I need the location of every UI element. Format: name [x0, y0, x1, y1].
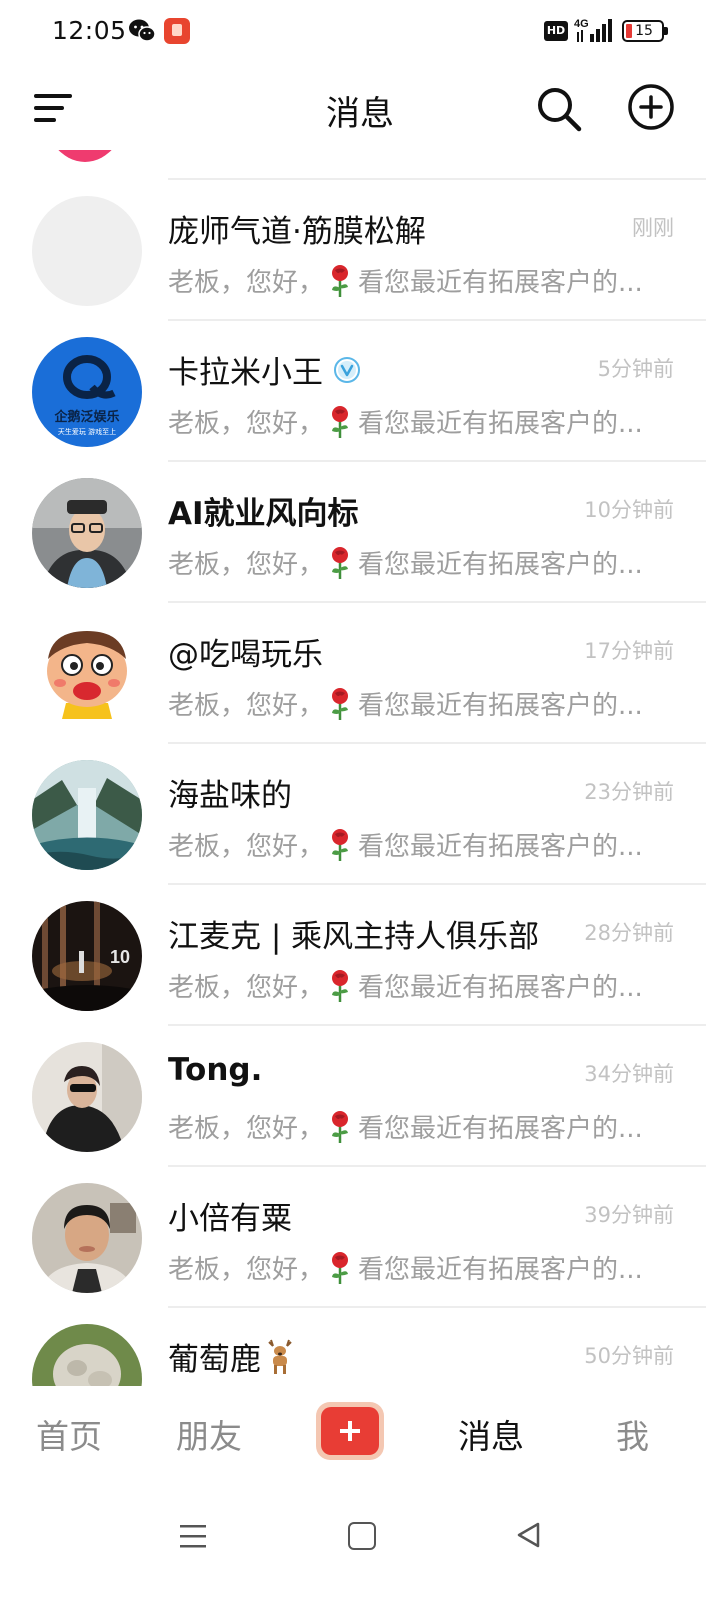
- contact-name: 小倍有粟: [168, 1201, 292, 1237]
- avatar: [32, 1324, 142, 1386]
- list-item[interactable]: 10 江麦克 | 乘风主持人俱乐部 28分钟前 老板，您好， 看您最近有拓展客户的…: [0, 885, 720, 1026]
- avatar: 10: [32, 901, 142, 1011]
- battery-icon: 15: [622, 20, 668, 42]
- message-preview: 老板，您好， 看您最近有拓展客户的...: [168, 403, 668, 443]
- message-time: 17分钟前: [584, 639, 674, 663]
- battery-level: 15: [635, 23, 653, 39]
- contact-name: 海盐味的: [168, 778, 292, 814]
- avatar-logo-text: 企鹅泛娱乐: [53, 409, 119, 425]
- deer-icon: [268, 1339, 292, 1374]
- contact-name: AI就业风向标: [168, 496, 359, 532]
- message-preview: 老板，您好， 看您最近有拓展客户的...: [168, 685, 668, 725]
- system-nav-bar: [0, 1482, 720, 1600]
- plus-icon: [321, 1407, 379, 1455]
- home-icon[interactable]: [348, 1522, 376, 1550]
- nav-me[interactable]: 我: [616, 1410, 649, 1458]
- search-icon[interactable]: [534, 84, 584, 134]
- message-time: 5分钟前: [597, 357, 674, 381]
- add-circle-icon[interactable]: [626, 82, 676, 132]
- rose-icon: [332, 969, 349, 1002]
- message-time: 39分钟前: [584, 1203, 674, 1227]
- message-preview: 老板，您好， 看您最近有拓展客户的...: [168, 826, 668, 866]
- message-time: 34分钟前: [584, 1062, 674, 1086]
- wechat-icon: [129, 19, 156, 42]
- rose-icon: [332, 546, 349, 579]
- avatar-stage-number: 10: [110, 947, 130, 967]
- signal-icon: 4G: [574, 18, 612, 42]
- rose-icon: [332, 1251, 349, 1284]
- message-time: 23分钟前: [584, 780, 674, 804]
- avatar: [42, 150, 128, 162]
- avatar: [32, 478, 142, 588]
- avatar: [32, 1183, 142, 1293]
- rose-icon: [332, 828, 349, 861]
- rose-icon: [332, 687, 349, 720]
- contact-name: 卡拉米小王: [168, 355, 323, 391]
- app-notification-icon: [164, 18, 190, 44]
- network-label: 4G: [574, 18, 589, 30]
- message-preview: 老板，您好， 看您最近有拓展客户的...: [168, 544, 668, 584]
- contact-name: @吃喝玩乐: [168, 637, 323, 673]
- avatar: [32, 196, 142, 306]
- message-preview: 老板，您好， 看您最近有拓展客户的...: [168, 262, 668, 302]
- rose-icon: [332, 264, 349, 297]
- message-time: 50分钟前: [584, 1344, 674, 1368]
- list-item[interactable]: AI就业风向标 10分钟前 老板，您好， 看您最近有拓展客户的...: [0, 462, 720, 603]
- status-bar: 12:05 HD 4G 15: [0, 0, 720, 64]
- back-icon[interactable]: [514, 1520, 544, 1550]
- list-item[interactable]: 企鹅泛娱乐 天生爱玩 游戏至上 卡拉米小王 5分钟前 老板，您好， 看您最近有拓展…: [0, 321, 720, 462]
- nav-home[interactable]: 首页: [36, 1410, 102, 1458]
- hd-badge: HD: [544, 21, 568, 41]
- avatar: [32, 619, 142, 729]
- list-item[interactable]: [0, 150, 720, 180]
- message-time: 28分钟前: [584, 921, 674, 945]
- verified-icon: [334, 356, 360, 383]
- list-item[interactable]: 海盐味的 23分钟前 老板，您好， 看您最近有拓展客户的...: [0, 744, 720, 885]
- recent-apps-icon[interactable]: [178, 1522, 208, 1550]
- list-item[interactable]: 葡萄鹿 50分钟前: [0, 1308, 720, 1386]
- create-button[interactable]: [316, 1402, 384, 1460]
- list-item[interactable]: Tong. 34分钟前 老板，您好， 看您最近有拓展客户的...: [0, 1026, 720, 1167]
- contact-name: Tong.: [168, 1052, 263, 1088]
- contact-name: 葡萄鹿: [168, 1342, 261, 1378]
- bottom-nav: 首页 朋友 消息 我: [0, 1386, 720, 1482]
- rose-icon: [332, 1110, 349, 1143]
- rose-icon: [332, 405, 349, 438]
- page-title: 消息: [326, 94, 394, 134]
- avatar: [32, 1042, 142, 1152]
- contact-name: 庞师气道·筋膜松解: [168, 214, 426, 250]
- list-item[interactable]: 庞师气道·筋膜松解 刚刚 老板，您好， 看您最近有拓展客户的...: [0, 180, 720, 321]
- message-time: 刚刚: [632, 216, 674, 240]
- message-preview: 老板，您好， 看您最近有拓展客户的...: [168, 967, 668, 1007]
- message-time: 10分钟前: [584, 498, 674, 522]
- list-item[interactable]: @吃喝玩乐 17分钟前 老板，您好， 看您最近有拓展客户的...: [0, 603, 720, 744]
- top-bar: 消息: [0, 64, 720, 150]
- avatar-logo-subtext: 天生爱玩 游戏至上: [58, 427, 116, 436]
- status-time: 12:05: [52, 16, 127, 45]
- avatar: [32, 760, 142, 870]
- avatar: 企鹅泛娱乐 天生爱玩 游戏至上: [32, 337, 142, 447]
- message-list[interactable]: 庞师气道·筋膜松解 刚刚 老板，您好， 看您最近有拓展客户的... 企鹅泛娱乐 天…: [0, 150, 720, 1386]
- nav-messages[interactable]: 消息: [458, 1410, 524, 1458]
- message-preview: 老板，您好， 看您最近有拓展客户的...: [168, 1108, 668, 1148]
- nav-friends[interactable]: 朋友: [176, 1410, 242, 1458]
- list-item[interactable]: 小倍有粟 39分钟前 老板，您好， 看您最近有拓展客户的...: [0, 1167, 720, 1308]
- message-preview: 老板，您好， 看您最近有拓展客户的...: [168, 1249, 668, 1289]
- contact-name: 江麦克 | 乘风主持人俱乐部: [168, 919, 540, 955]
